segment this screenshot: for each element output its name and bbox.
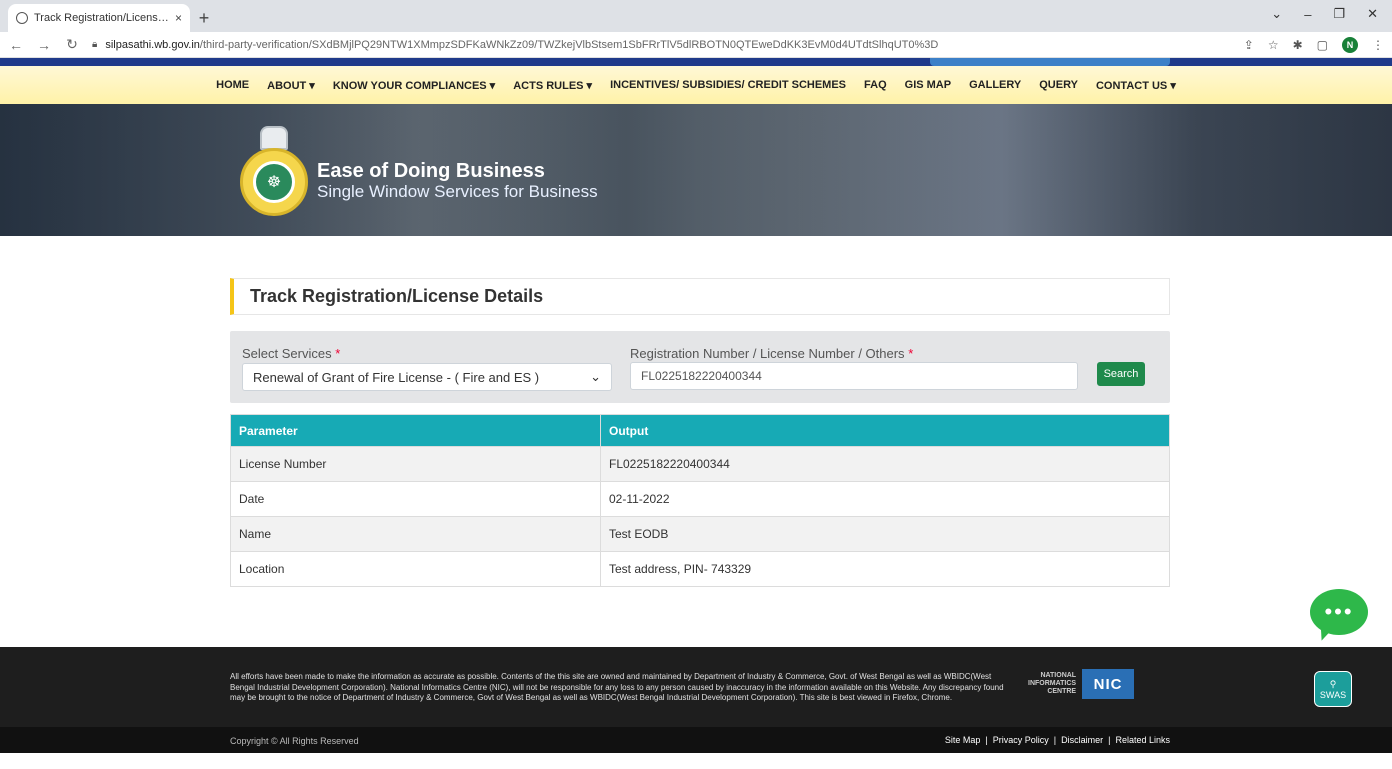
url-path: /third-party-verification/SXdBMjlPQ29NTW… xyxy=(199,38,939,51)
browser-tab[interactable]: Track Registration/License Detail × xyxy=(8,4,190,32)
tab-title: Track Registration/License Detail xyxy=(34,12,169,24)
footer-links: Site Map | Privacy Policy | Disclaimer | Re… xyxy=(945,735,1170,745)
header-output: Output xyxy=(600,414,1170,447)
param-cell: Date xyxy=(230,481,601,517)
table-row: Name Test EODB xyxy=(230,516,1170,552)
link-disclaimer[interactable]: Disclaimer xyxy=(1061,735,1103,745)
url-field[interactable]: 🔒︎ silpasathi.wb.gov.in/third-party-veri… xyxy=(92,39,1232,51)
header-parameter: Parameter xyxy=(230,414,601,447)
menu-know-your-compliances[interactable]: KNOW YOUR COMPLIANCES ▾ xyxy=(324,79,504,92)
table-row: License Number FL0225182220400344 xyxy=(230,446,1170,482)
extensions-icon[interactable]: ✱ xyxy=(1293,38,1303,52)
number-label: Registration Number / License Number / O… xyxy=(630,346,914,361)
param-cell: License Number xyxy=(230,446,601,482)
registration-number-input[interactable]: FL0225182220400344 xyxy=(630,362,1078,390)
hero-overlay xyxy=(0,104,1392,236)
chat-widget-button[interactable]: ••• xyxy=(1310,589,1368,643)
nic-logo[interactable]: NATIONAL INFORMATICS CENTRE NIC xyxy=(1028,669,1135,699)
copyright-text: Copyright © All Rights Reserved xyxy=(230,736,359,746)
results-table: Parameter Output License Number FL022518… xyxy=(230,414,1170,587)
table-header-row: Parameter Output xyxy=(230,414,1170,447)
link-related-links[interactable]: Related Links xyxy=(1115,735,1170,745)
back-icon[interactable]: ← xyxy=(8,37,24,53)
link-site-map[interactable]: Site Map xyxy=(945,735,981,745)
url-domain: silpasathi.wb.gov.in xyxy=(105,38,200,51)
link-separator: | xyxy=(1108,735,1111,745)
apply-banner[interactable] xyxy=(930,58,1170,66)
main-menu: HOME ABOUT ▾ KNOW YOUR COMPLIANCES ▾ ACT… xyxy=(0,66,1392,104)
required-mark: * xyxy=(908,346,914,361)
output-cell: Test address, PIN- 743329 xyxy=(600,551,1170,587)
output-cell: FL0225182220400344 xyxy=(600,446,1170,482)
state-emblem-logo: ☸ xyxy=(238,126,310,226)
emblem-ring: ☸ xyxy=(240,148,308,216)
required-mark: * xyxy=(335,346,341,361)
new-tab-button[interactable]: + xyxy=(190,4,218,32)
minimize-icon[interactable]: – xyxy=(1304,7,1311,22)
site-footer: All efforts have been made to make the i… xyxy=(0,647,1392,727)
bookmark-star-icon[interactable]: ☆ xyxy=(1268,38,1279,52)
menu-gallery[interactable]: GALLERY xyxy=(960,79,1030,91)
emblem-crown xyxy=(260,126,288,150)
param-cell: Location xyxy=(230,551,601,587)
output-cell: Test EODB xyxy=(600,516,1170,552)
forward-icon[interactable]: → xyxy=(36,37,52,53)
restore-icon[interactable]: ❐ xyxy=(1333,6,1345,22)
page-title: Track Registration/License Details xyxy=(230,278,1170,315)
swas-icon: ⚲ xyxy=(1329,678,1337,689)
search-button[interactable]: Search xyxy=(1097,362,1145,386)
chevron-down-icon: ⌄ xyxy=(590,369,601,384)
nic-logo-text: NATIONAL INFORMATICS CENTRE xyxy=(1028,672,1077,695)
menu-home[interactable]: HOME xyxy=(207,79,258,91)
table-row: Date 02-11-2022 xyxy=(230,481,1170,517)
menu-incentives[interactable]: INCENTIVES/ SUBSIDIES/ CREDIT SCHEMES xyxy=(601,79,855,91)
sidepanel-icon[interactable]: ▢ xyxy=(1317,38,1328,52)
window-controls: ⌄ – ❐ ✕ xyxy=(1271,0,1392,28)
reload-icon[interactable]: ↻ xyxy=(64,36,80,53)
menu-contact-us[interactable]: CONTACT US ▾ xyxy=(1087,79,1185,92)
emblem-seal-icon: ☸ xyxy=(253,161,295,203)
menu-faq[interactable]: FAQ xyxy=(855,79,896,91)
swas-label: SWAS xyxy=(1319,689,1347,700)
hero-title: Ease of Doing Business xyxy=(317,160,545,182)
services-label: Select Services * xyxy=(242,346,341,361)
globe-icon xyxy=(16,12,28,24)
table-row: Location Test address, PIN- 743329 xyxy=(230,551,1170,587)
swas-button[interactable]: ⚲ SWAS xyxy=(1314,671,1352,707)
search-filter-panel: Select Services * Renewal of Grant of Fi… xyxy=(230,331,1170,403)
tab-search-icon[interactable]: ⌄ xyxy=(1271,6,1282,22)
param-cell: Name xyxy=(230,516,601,552)
close-tab-icon[interactable]: × xyxy=(175,11,182,25)
hero-banner: ☸ Ease of Doing Business Single Window S… xyxy=(0,104,1392,236)
hero-subtitle: Single Window Services for Business xyxy=(317,182,598,201)
lock-icon: 🔒︎ xyxy=(92,39,98,50)
close-window-icon[interactable]: ✕ xyxy=(1367,6,1378,22)
menu-acts-rules[interactable]: ACTS RULES ▾ xyxy=(504,79,601,92)
output-cell: 02-11-2022 xyxy=(600,481,1170,517)
link-separator: | xyxy=(985,735,988,745)
kebab-menu-icon[interactable]: ⋮ xyxy=(1372,38,1384,52)
browser-tab-strip: Track Registration/License Detail × + ⌄ … xyxy=(0,0,1392,32)
copyright-bar: Copyright © All Rights Reserved Site Map… xyxy=(0,727,1392,753)
site-top-strip xyxy=(0,58,1392,66)
profile-avatar[interactable]: N xyxy=(1342,36,1358,53)
toolbar-icons: ⇪ ☆ ✱ ▢ N ⋮ xyxy=(1244,36,1384,53)
address-bar-row: ← → ↻ 🔒︎ silpasathi.wb.gov.in/third-part… xyxy=(0,32,1392,58)
link-privacy-policy[interactable]: Privacy Policy xyxy=(993,735,1049,745)
services-select-value: Renewal of Grant of Fire License - ( Fir… xyxy=(253,369,540,385)
nic-logo-mark: NIC xyxy=(1082,669,1135,699)
menu-query[interactable]: QUERY xyxy=(1030,79,1087,91)
main-content: Track Registration/License Details Selec… xyxy=(0,236,1392,647)
menu-gis-map[interactable]: GIS MAP xyxy=(896,79,960,91)
menu-about[interactable]: ABOUT ▾ xyxy=(258,79,324,92)
link-separator: | xyxy=(1053,735,1057,745)
services-select[interactable]: Renewal of Grant of Fire License - ( Fir… xyxy=(242,363,612,391)
footer-disclaimer: All efforts have been made to make the i… xyxy=(230,672,1004,702)
share-icon[interactable]: ⇪ xyxy=(1244,38,1254,52)
